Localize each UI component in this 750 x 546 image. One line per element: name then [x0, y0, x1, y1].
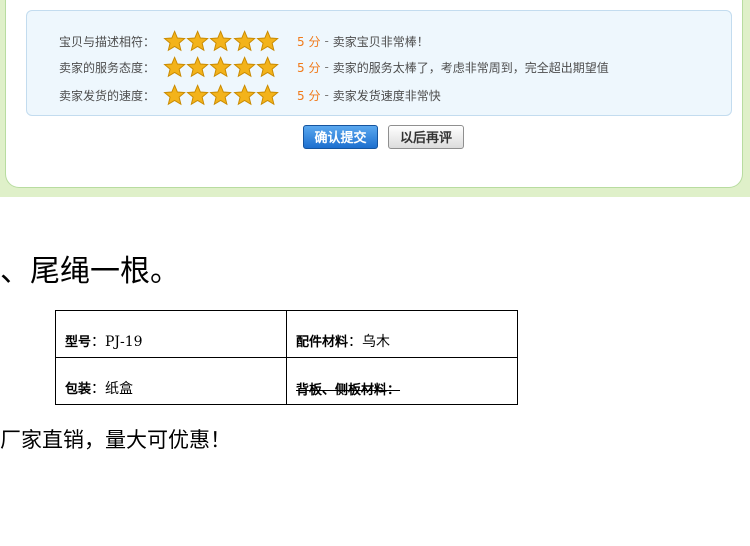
star-icon[interactable]: [232, 56, 256, 78]
spec-separator: ：: [348, 334, 363, 350]
spec-cell-board-material: 背板、侧板材料：: [286, 357, 518, 405]
rating-panel: 宝贝与描述相符： 5 分 - 卖家宝贝非常棒！ 卖家的服务态度： 5 分 - 卖…: [26, 10, 732, 116]
star-icon[interactable]: [186, 84, 210, 106]
star-icon[interactable]: [186, 30, 210, 52]
spec-cell-material: 配件材料：乌木: [286, 310, 518, 358]
rating-description: 卖家发货速度非常快: [332, 88, 441, 103]
spec-table: 型号：PJ-19 配件材料：乌木 包装：纸盒 背板、侧板材料：: [55, 310, 518, 405]
separator: -: [324, 88, 329, 102]
table-row: 型号：PJ-19 配件材料：乌木: [55, 310, 518, 358]
star-icon[interactable]: [209, 84, 233, 106]
spec-key-strikethrough: 背板、侧板材料：: [296, 382, 401, 398]
rating-row-description: 宝贝与描述相符： 5 分 - 卖家宝贝非常棒！: [27, 29, 727, 53]
confirm-submit-button[interactable]: 确认提交: [303, 125, 378, 149]
rating-label: 卖家发货的速度：: [58, 88, 155, 103]
rating-label: 宝贝与描述相符：: [58, 34, 155, 49]
star-icon[interactable]: [209, 30, 233, 52]
star-icon[interactable]: [209, 56, 233, 78]
spec-separator: ：: [91, 381, 106, 397]
star-rating[interactable]: [163, 84, 279, 106]
rating-score: 5 分: [297, 60, 321, 75]
star-icon[interactable]: [256, 84, 279, 106]
spec-cell-model: 型号：PJ-19: [55, 310, 287, 358]
review-card: 宝贝与描述相符： 5 分 - 卖家宝贝非常棒！ 卖家的服务态度： 5 分 - 卖…: [5, 0, 743, 188]
section-heading: 、尾绳一根。: [0, 254, 180, 289]
star-icon[interactable]: [186, 56, 210, 78]
star-icon[interactable]: [163, 56, 186, 78]
star-icon[interactable]: [232, 84, 256, 106]
separator: -: [324, 34, 329, 48]
star-icon[interactable]: [163, 30, 186, 52]
promo-text: 厂家直销，量大可优惠！: [0, 428, 231, 452]
star-rating[interactable]: [163, 30, 279, 52]
spec-cell-package: 包装：纸盒: [55, 357, 287, 405]
rating-row-shipping: 卖家发货的速度： 5 分 - 卖家发货速度非常快: [27, 83, 727, 107]
rating-description: 卖家的服务太棒了，考虑非常周到，完全超出期望值: [332, 60, 609, 75]
rating-score: 5 分: [297, 88, 321, 103]
spec-key: 包装: [65, 382, 92, 397]
rating-description: 卖家宝贝非常棒！: [332, 34, 429, 49]
spec-value: 乌木: [362, 334, 391, 350]
table-row: 包装：纸盒 背板、侧板材料：: [55, 357, 518, 405]
star-icon[interactable]: [256, 56, 279, 78]
spec-separator: ：: [91, 334, 106, 350]
rating-score: 5 分: [297, 34, 321, 49]
spec-value: 纸盒: [105, 381, 134, 397]
star-icon[interactable]: [256, 30, 279, 52]
rating-row-service: 卖家的服务态度： 5 分 - 卖家的服务太棒了，考虑非常周到，完全超出期望值: [27, 55, 727, 79]
star-icon[interactable]: [163, 84, 186, 106]
spec-value: PJ-19: [105, 334, 143, 350]
spec-key: 配件材料: [296, 335, 349, 350]
review-later-button[interactable]: 以后再评: [388, 125, 464, 149]
separator: -: [324, 60, 329, 74]
spec-key: 型号: [65, 335, 92, 350]
star-icon[interactable]: [232, 30, 256, 52]
star-rating[interactable]: [163, 56, 279, 78]
rating-label: 卖家的服务态度：: [58, 60, 155, 75]
